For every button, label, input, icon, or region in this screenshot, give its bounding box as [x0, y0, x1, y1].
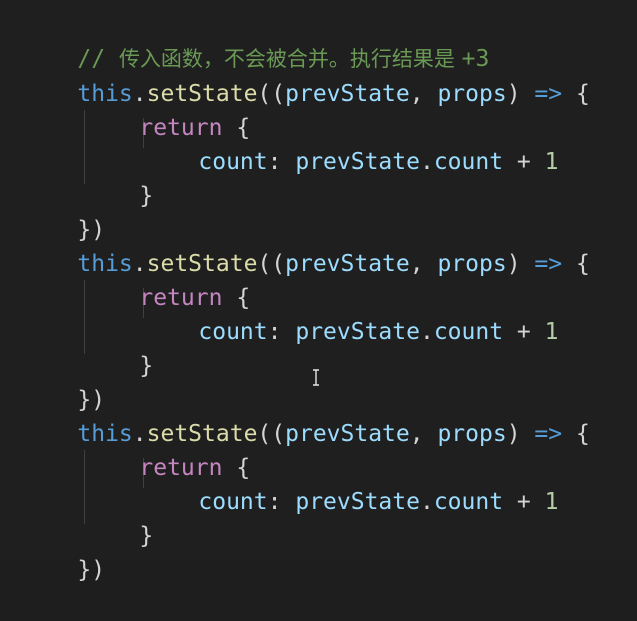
- open-parens: ((: [257, 81, 286, 107]
- code-line-return[interactable]: return {: [84, 417, 250, 481]
- code-line-inner-close[interactable]: }: [84, 485, 153, 549]
- open-parens: ((: [257, 251, 286, 277]
- text-cursor-icon: [313, 369, 319, 386]
- open-brace: {: [575, 81, 590, 107]
- increment-number: 1: [544, 319, 559, 345]
- colon: :: [267, 319, 296, 345]
- code-line-inner-close[interactable]: }: [84, 315, 153, 379]
- count-key: count: [198, 319, 268, 345]
- param-props: props: [437, 251, 507, 277]
- param-prevstate: prevState: [285, 81, 410, 107]
- prevstate-ref: prevState: [295, 319, 420, 345]
- count-ref: count: [433, 489, 504, 515]
- close-paren: ): [506, 251, 521, 277]
- comma: ,: [409, 81, 438, 107]
- colon: :: [267, 489, 296, 515]
- code-line-inner-close[interactable]: }: [84, 145, 153, 209]
- code-line-setstate-call[interactable]: this.setState((prevState, props) => {: [22, 213, 589, 277]
- code-line-count-property[interactable]: count: prevState.count + 1: [143, 111, 558, 175]
- dot: .: [419, 489, 434, 515]
- plus-operator: +: [503, 319, 545, 345]
- code-line-comment[interactable]: // 传入函数，不会被合并。执行结果是 +3: [22, 8, 489, 72]
- count-key: count: [198, 489, 268, 515]
- param-props: props: [437, 81, 507, 107]
- code-line-return[interactable]: return {: [84, 77, 250, 141]
- arrow: =>: [520, 81, 576, 107]
- code-line-outer-close[interactable]: }): [22, 519, 105, 583]
- prevstate-ref: prevState: [295, 149, 420, 175]
- close-paren: ): [506, 421, 521, 447]
- count-ref: count: [433, 319, 504, 345]
- close-brace: }: [139, 353, 154, 379]
- plus-operator: +: [503, 489, 545, 515]
- colon: :: [267, 149, 296, 175]
- arrow: =>: [520, 251, 576, 277]
- param-prevstate: prevState: [285, 421, 410, 447]
- code-line-count-property[interactable]: count: prevState.count + 1: [143, 281, 558, 345]
- dot: .: [419, 319, 434, 345]
- param-prevstate: prevState: [285, 251, 410, 277]
- code-editor[interactable]: // 传入函数，不会被合并。执行结果是 +3 this.setState((pr…: [0, 0, 637, 583]
- close-paren: ): [506, 81, 521, 107]
- close-brace: }: [139, 523, 154, 549]
- close-call: }): [77, 557, 106, 583]
- open-brace: {: [575, 251, 590, 277]
- code-line-setstate-call[interactable]: this.setState((prevState, props) => {: [22, 43, 589, 107]
- arrow: =>: [520, 421, 576, 447]
- count-ref: count: [433, 149, 504, 175]
- code-line-return[interactable]: return {: [84, 247, 250, 311]
- code-line-outer-close[interactable]: }): [22, 349, 105, 413]
- plus-operator: +: [503, 149, 545, 175]
- increment-number: 1: [544, 149, 559, 175]
- param-props: props: [437, 421, 507, 447]
- code-line-setstate-call[interactable]: this.setState((prevState, props) => {: [22, 383, 589, 447]
- increment-number: 1: [544, 489, 559, 515]
- count-key: count: [198, 149, 268, 175]
- open-parens: ((: [257, 421, 286, 447]
- dot: .: [419, 149, 434, 175]
- close-brace: }: [139, 183, 154, 209]
- open-brace: {: [575, 421, 590, 447]
- prevstate-ref: prevState: [295, 489, 420, 515]
- code-line-count-property[interactable]: count: prevState.count + 1: [143, 451, 558, 515]
- comma: ,: [409, 251, 438, 277]
- comma: ,: [409, 421, 438, 447]
- code-line-outer-close[interactable]: }): [22, 179, 105, 243]
